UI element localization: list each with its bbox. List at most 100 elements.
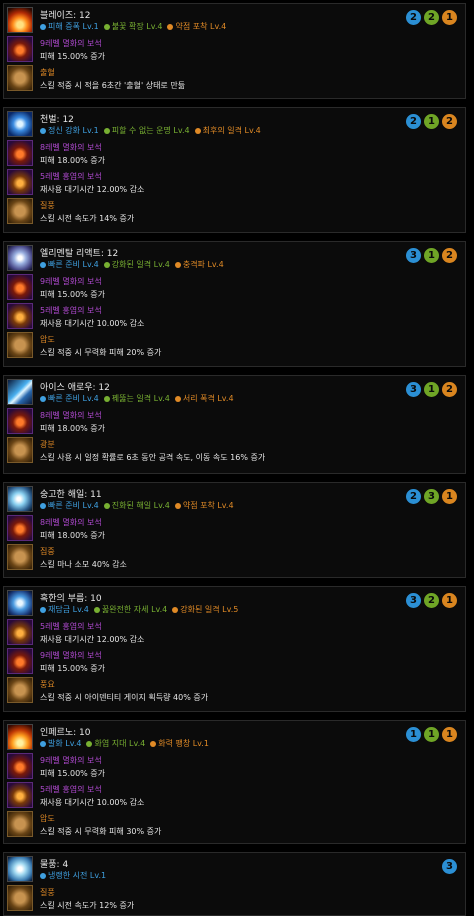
- tripod-dot-icon: [194, 127, 201, 134]
- rune-name: 압도: [40, 335, 55, 344]
- tripod-dot-icon: [150, 740, 157, 747]
- rune-icon[interactable]: [7, 437, 33, 463]
- gem-icon[interactable]: [7, 140, 33, 166]
- inferno-icon[interactable]: [7, 724, 33, 750]
- rune-row: 질풍 스킬 시전 속도가 14% 증가: [7, 198, 447, 226]
- tripod-dot-icon: [40, 606, 46, 613]
- tripod-label: 서리 폭격 Lv.4: [182, 394, 234, 403]
- gem-name: 9레벨 멸화의 보석: [40, 756, 102, 765]
- tripod: 충격파 Lv.4: [174, 260, 224, 269]
- tripod: 약점 포착 Lv.4: [167, 22, 226, 31]
- tripod-label: 약점 포착 Lv.4: [182, 501, 234, 510]
- tripod-levels: 312: [403, 382, 457, 397]
- rune-effect: 스킬 사용 시 일정 확률로 6초 동안 공격 속도, 이동 속도 16% 증가: [40, 453, 266, 462]
- gem-name: 9레벨 멸화의 보석: [40, 651, 102, 660]
- skill-card[interactable]: 천벌: 12 정신 강화 Lv.1 피할 수 없는 운명 Lv.4 최후의 일격 Lv…: [3, 107, 466, 233]
- gem-name: 8레벨 멸화의 보석: [40, 143, 102, 152]
- gem-row: 9레벨 멸화의 보석피해 15.00% 증가: [7, 753, 447, 781]
- skill-card[interactable]: 블레이즈: 12 피해 증폭 Lv.1 불꽃 확장 Lv.4 약점 포착 Lv.4 2 2…: [3, 3, 466, 99]
- rune-name: 풍요: [40, 680, 55, 689]
- tripod-dot-icon: [103, 127, 110, 134]
- tripod-label: 충격파 Lv.4: [182, 260, 224, 269]
- tripod-label: 피할 수 없는 운명 Lv.4: [111, 126, 190, 135]
- tripod-level-badge: 3: [406, 382, 421, 397]
- gem-icon[interactable]: [7, 619, 33, 645]
- tripod-label: 불꽃 확장 Lv.4: [111, 22, 163, 31]
- tripod-label: 피해 증폭 Lv.1: [48, 22, 99, 31]
- gem-effect: 피해 15.00% 증가: [40, 52, 106, 61]
- frost-wind-icon[interactable]: [7, 856, 33, 882]
- rune-name: 질풍: [40, 201, 55, 210]
- gem-effect: 재사용 대기시간 10.00% 감소: [40, 798, 145, 807]
- frost-call-icon[interactable]: [7, 590, 33, 616]
- tripod-dot-icon: [103, 395, 110, 402]
- tripod: 불꽃 확장 Lv.4: [103, 22, 163, 31]
- skill-card[interactable]: 숭고한 해일: 11 빠른 준비 Lv.4 진화된 해일 Lv.4 약점 포착 Lv.…: [3, 482, 466, 578]
- tripod-label: 빠른 준비 Lv.4: [48, 394, 99, 403]
- gem-row: 9레벨 멸화의 보석 피해 15.00% 증가: [7, 648, 447, 676]
- tripod: 빠른 준비 Lv.4: [40, 260, 99, 269]
- gem-icon[interactable]: [7, 36, 33, 62]
- tripod-level-badge: 3: [442, 859, 457, 874]
- sublime-wave-icon[interactable]: [7, 486, 33, 512]
- skill-header: 블레이즈: 12 피해 증폭 Lv.1 불꽃 확장 Lv.4 약점 포착 Lv.4: [7, 7, 447, 35]
- rune-effect: 스킬 시전 속도가 12% 증가: [40, 901, 135, 910]
- tripod: 꿰뚫는 일격 Lv.4: [103, 394, 170, 403]
- skill-name: 아이스 애로우: 12: [40, 383, 110, 393]
- skill-name: 블레이즈: 12: [40, 11, 91, 21]
- tripod-label: 냉랭한 시전 Lv.1: [48, 871, 107, 880]
- skill-card[interactable]: 혹한의 부름: 10 재담금 Lv.4 꿇완전한 자세 Lv.4 강화된 일격 Lv.…: [3, 586, 466, 712]
- skill-card[interactable]: 아이스 애로우: 12 빠른 준비 Lv.4 꿰뚫는 일격 Lv.4 서리 폭격 Lv…: [3, 375, 466, 474]
- gem-icon[interactable]: [7, 274, 33, 300]
- tripod-dot-icon: [172, 606, 179, 613]
- gem-icon[interactable]: [7, 648, 33, 674]
- gem-icon[interactable]: [7, 753, 33, 779]
- elemental-shard-icon[interactable]: [7, 245, 33, 271]
- gem-icon[interactable]: [7, 408, 33, 434]
- rune-icon[interactable]: [7, 677, 33, 703]
- ice-arrow-icon[interactable]: [7, 379, 33, 405]
- gem-effect: 재사용 대기시간 12.00% 감소: [40, 185, 145, 194]
- rune-icon[interactable]: [7, 885, 33, 911]
- gem-icon[interactable]: [7, 169, 33, 195]
- tripod-dot-icon: [40, 395, 46, 402]
- gem-icon[interactable]: [7, 782, 33, 808]
- tripod-level-badge: 1: [442, 727, 457, 742]
- holy-strike-icon[interactable]: [7, 111, 33, 137]
- tripod-level-badge: 3: [406, 593, 421, 608]
- tripod: 피할 수 없는 운명 Lv.4: [103, 126, 190, 135]
- tripod-level-badge: 2: [424, 593, 439, 608]
- gem-icon[interactable]: [7, 515, 33, 541]
- tripod-level-badge: 2: [442, 248, 457, 263]
- rune-row: 출혈 스킬 적중 시 적을 6초간 '출혈' 상태로 만듦: [7, 65, 447, 93]
- gem-effect: 피해 15.00% 증가: [40, 769, 106, 778]
- rune-icon[interactable]: [7, 544, 33, 570]
- rune-row: 풍요 스킬 적중 시 아이덴티티 게이지 획득량 40% 증가: [7, 677, 447, 705]
- tripod: 진화된 해일 Lv.4: [103, 501, 170, 510]
- gem-icon[interactable]: [7, 303, 33, 329]
- tripod-levels: 3: [439, 859, 457, 874]
- skill-card[interactable]: 엘리멘탈 리액트: 12 빠른 준비 Lv.4 강화된 일격 Lv.4 충격파 Lv.…: [3, 241, 466, 367]
- gem-name: 9레벨 멸화의 보석: [40, 277, 102, 286]
- tripod-list: 발화 Lv.4 화염 지대 Lv.4 화력 팽창 Lv.1: [40, 738, 214, 749]
- tripod-label: 최후의 일격 Lv.4: [202, 126, 261, 135]
- rune-icon[interactable]: [7, 811, 33, 837]
- fire-burst-icon[interactable]: [7, 7, 33, 33]
- tripod-dot-icon: [40, 261, 46, 268]
- gem-effect: 피해 18.00% 증가: [40, 531, 106, 540]
- tripod: 냉랭한 시전 Lv.1: [40, 871, 106, 880]
- rune-icon[interactable]: [7, 65, 33, 91]
- tripod: 서리 폭격 Lv.4: [174, 394, 234, 403]
- tripod-list: 빠른 준비 Lv.4 강화된 일격 Lv.4 충격파 Lv.4: [40, 259, 229, 270]
- skill-card[interactable]: 물풍: 4 냉랭한 시전 Lv.1 3 질풍 스킬 시전 속도가 12% 증가: [3, 852, 466, 916]
- tripod-levels: 321: [403, 593, 457, 608]
- gem-name: 8레벨 멸화의 보석: [40, 518, 102, 527]
- tripod-level-badge: 2: [424, 10, 439, 25]
- tripod-list: 냉랭한 시전 Lv.1: [40, 870, 111, 881]
- skill-card[interactable]: 인페르노: 10 발화 Lv.4 화염 지대 Lv.4 화력 팽창 Lv.1 1 1 1 9레…: [3, 720, 466, 844]
- gem-effect: 피해 18.00% 증가: [40, 424, 106, 433]
- rune-icon[interactable]: [7, 332, 33, 358]
- rune-icon[interactable]: [7, 198, 33, 224]
- tripod-level-badge: 2: [442, 382, 457, 397]
- tripod-dot-icon: [174, 395, 181, 402]
